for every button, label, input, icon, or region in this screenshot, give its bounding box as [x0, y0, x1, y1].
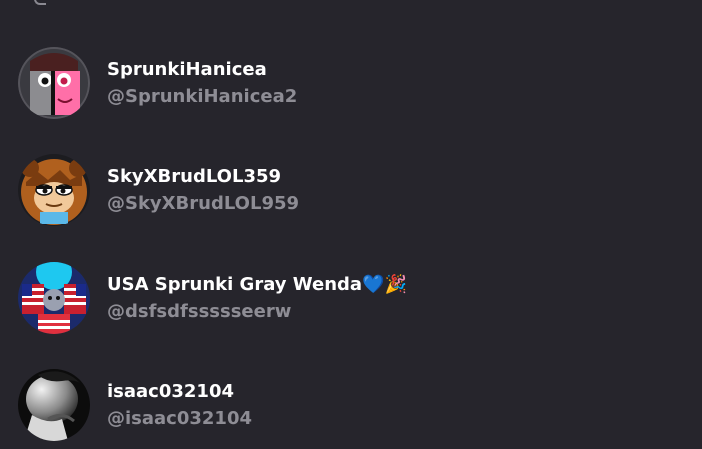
- display-name: SprunkiHanicea: [107, 58, 267, 80]
- display-name: USA Sprunki Gray Wenda💙🎉: [107, 273, 407, 295]
- display-name: isaac032104: [107, 380, 234, 402]
- user-row[interactable]: USA Sprunki Gray Wenda💙🎉 @dsfsdfssssseer…: [18, 262, 678, 334]
- display-name: SkyXBrudLOL359: [107, 165, 282, 187]
- username: @dsfsdfssssseerw: [107, 300, 292, 322]
- user-row[interactable]: SprunkiHanicea @SprunkiHanicea2: [18, 47, 678, 119]
- user-list-page: SprunkiHanicea @SprunkiHanicea2 SkyXBrud…: [0, 0, 702, 449]
- sprunki-pink-character-avatar: [18, 47, 90, 119]
- user-row[interactable]: SkyXBrudLOL359 @SkyXBrudLOL959: [18, 154, 678, 226]
- username: @SkyXBrudLOL959: [107, 192, 300, 214]
- usa-flag-character-avatar: [18, 262, 90, 334]
- grayscale-person-photo-avatar: [18, 369, 90, 441]
- username: @SprunkiHanicea2: [107, 85, 298, 107]
- username: @isaac032104: [107, 407, 252, 429]
- clipped-icon: [34, 0, 46, 5]
- user-row[interactable]: isaac032104 @isaac032104: [18, 369, 678, 441]
- brown-bear-character-avatar: [18, 154, 90, 226]
